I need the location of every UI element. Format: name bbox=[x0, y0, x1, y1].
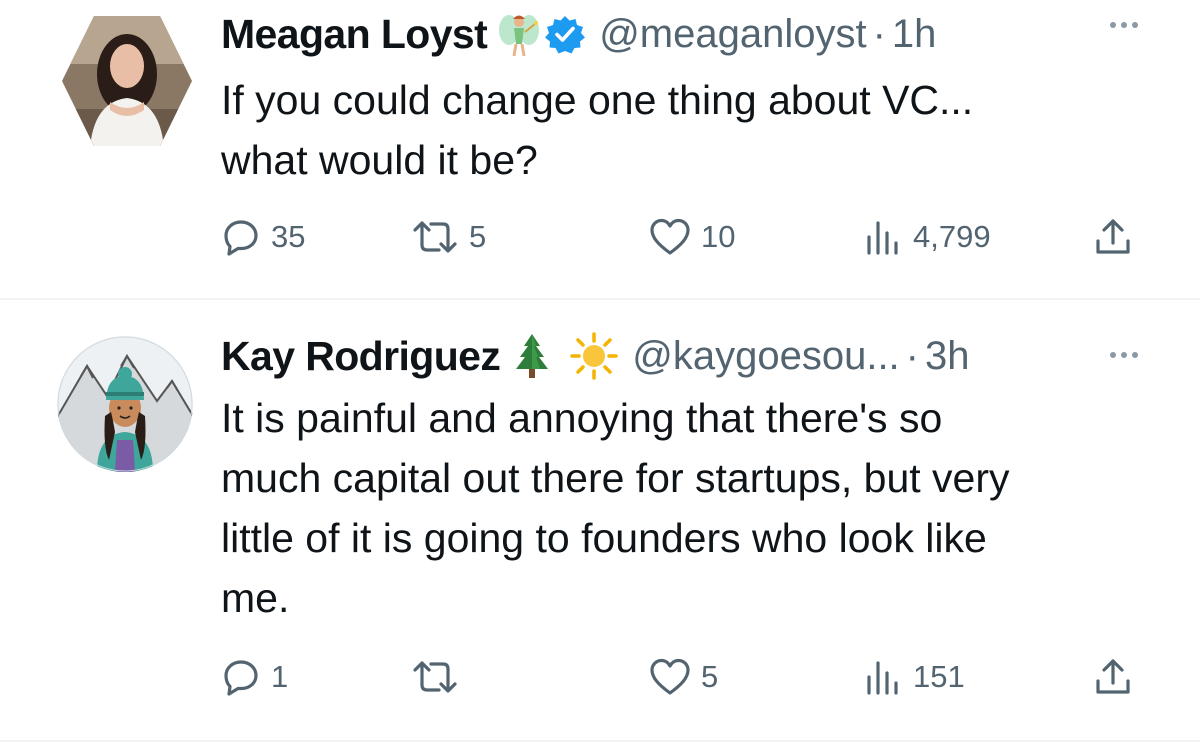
retweet-icon bbox=[413, 661, 457, 693]
share-icon bbox=[1096, 219, 1130, 254]
tweet-header: Kay Rodriguez @kaygoesou... · 3h bbox=[221, 328, 1200, 384]
views-count: 151 bbox=[913, 659, 965, 694]
views-icon bbox=[867, 221, 898, 255]
author-handle[interactable]: @kaygoesou... bbox=[632, 334, 899, 379]
views-button[interactable]: 151 bbox=[863, 655, 965, 699]
tweet[interactable]: Kay Rodriguez @kaygoesou... · 3h It is p… bbox=[0, 300, 1200, 740]
heart-icon bbox=[650, 658, 690, 695]
fairy-emoji-icon bbox=[499, 15, 540, 57]
tweet-text-line: It is painful and annoying that there's … bbox=[221, 395, 943, 441]
retweet-count: 5 bbox=[469, 219, 487, 254]
verified-badge-icon bbox=[545, 16, 586, 54]
views-icon bbox=[867, 661, 898, 695]
evergreen-tree-emoji-icon bbox=[516, 334, 549, 378]
reply-count: 1 bbox=[271, 659, 289, 694]
separator: · bbox=[905, 333, 919, 378]
reply-button[interactable]: 35 bbox=[221, 215, 305, 259]
tweet-text: It is painful and annoying that there's … bbox=[221, 388, 1181, 628]
like-count: 5 bbox=[701, 659, 719, 694]
views-count: 4,799 bbox=[913, 219, 991, 254]
like-button[interactable]: 10 bbox=[649, 215, 735, 259]
share-button[interactable] bbox=[1093, 215, 1133, 259]
avatar[interactable] bbox=[60, 14, 194, 148]
author-name[interactable]: Meagan Loyst bbox=[221, 11, 488, 58]
tweet-text-line: what would it be? bbox=[221, 137, 538, 183]
tweet-text: If you could change one thing about VC..… bbox=[221, 70, 1181, 190]
tweet-text-line: little of it is going to founders who lo… bbox=[221, 515, 987, 561]
author-name[interactable]: Kay Rodriguez bbox=[221, 333, 501, 380]
like-button[interactable]: 5 bbox=[649, 655, 718, 699]
share-button[interactable] bbox=[1093, 655, 1133, 699]
action-bar: 1 5 151 bbox=[221, 655, 1141, 699]
timestamp[interactable]: 3h bbox=[925, 334, 970, 379]
more-icon[interactable] bbox=[1110, 352, 1138, 358]
views-button[interactable]: 4,799 bbox=[863, 215, 991, 259]
retweet-button[interactable] bbox=[411, 655, 469, 699]
reply-count: 35 bbox=[271, 219, 306, 254]
more-icon[interactable] bbox=[1110, 22, 1138, 28]
tweet[interactable]: Meagan Loyst @meaganloyst · 1h If you co… bbox=[0, 0, 1200, 298]
retweet-button[interactable]: 5 bbox=[411, 215, 486, 259]
comment-icon bbox=[224, 220, 258, 256]
comment-icon bbox=[224, 660, 258, 696]
tweet-text-line: much capital out there for startups, but… bbox=[221, 455, 1010, 501]
share-icon bbox=[1096, 659, 1130, 694]
timestamp[interactable]: 1h bbox=[892, 12, 937, 57]
sun-emoji-icon bbox=[570, 332, 618, 380]
action-bar: 35 5 10 4,799 bbox=[221, 215, 1141, 259]
tweet-text-line: me. bbox=[221, 575, 290, 621]
reply-button[interactable]: 1 bbox=[221, 655, 288, 699]
retweet-icon bbox=[413, 221, 457, 253]
separator: · bbox=[872, 11, 886, 56]
heart-icon bbox=[650, 218, 690, 255]
tweet-divider bbox=[0, 740, 1200, 742]
like-count: 10 bbox=[701, 219, 736, 254]
tweet-text-line: If you could change one thing about VC..… bbox=[221, 77, 974, 123]
author-handle[interactable]: @meaganloyst bbox=[599, 12, 866, 57]
tweet-header: Meagan Loyst @meaganloyst · 1h bbox=[221, 6, 1200, 62]
avatar[interactable] bbox=[57, 336, 193, 472]
